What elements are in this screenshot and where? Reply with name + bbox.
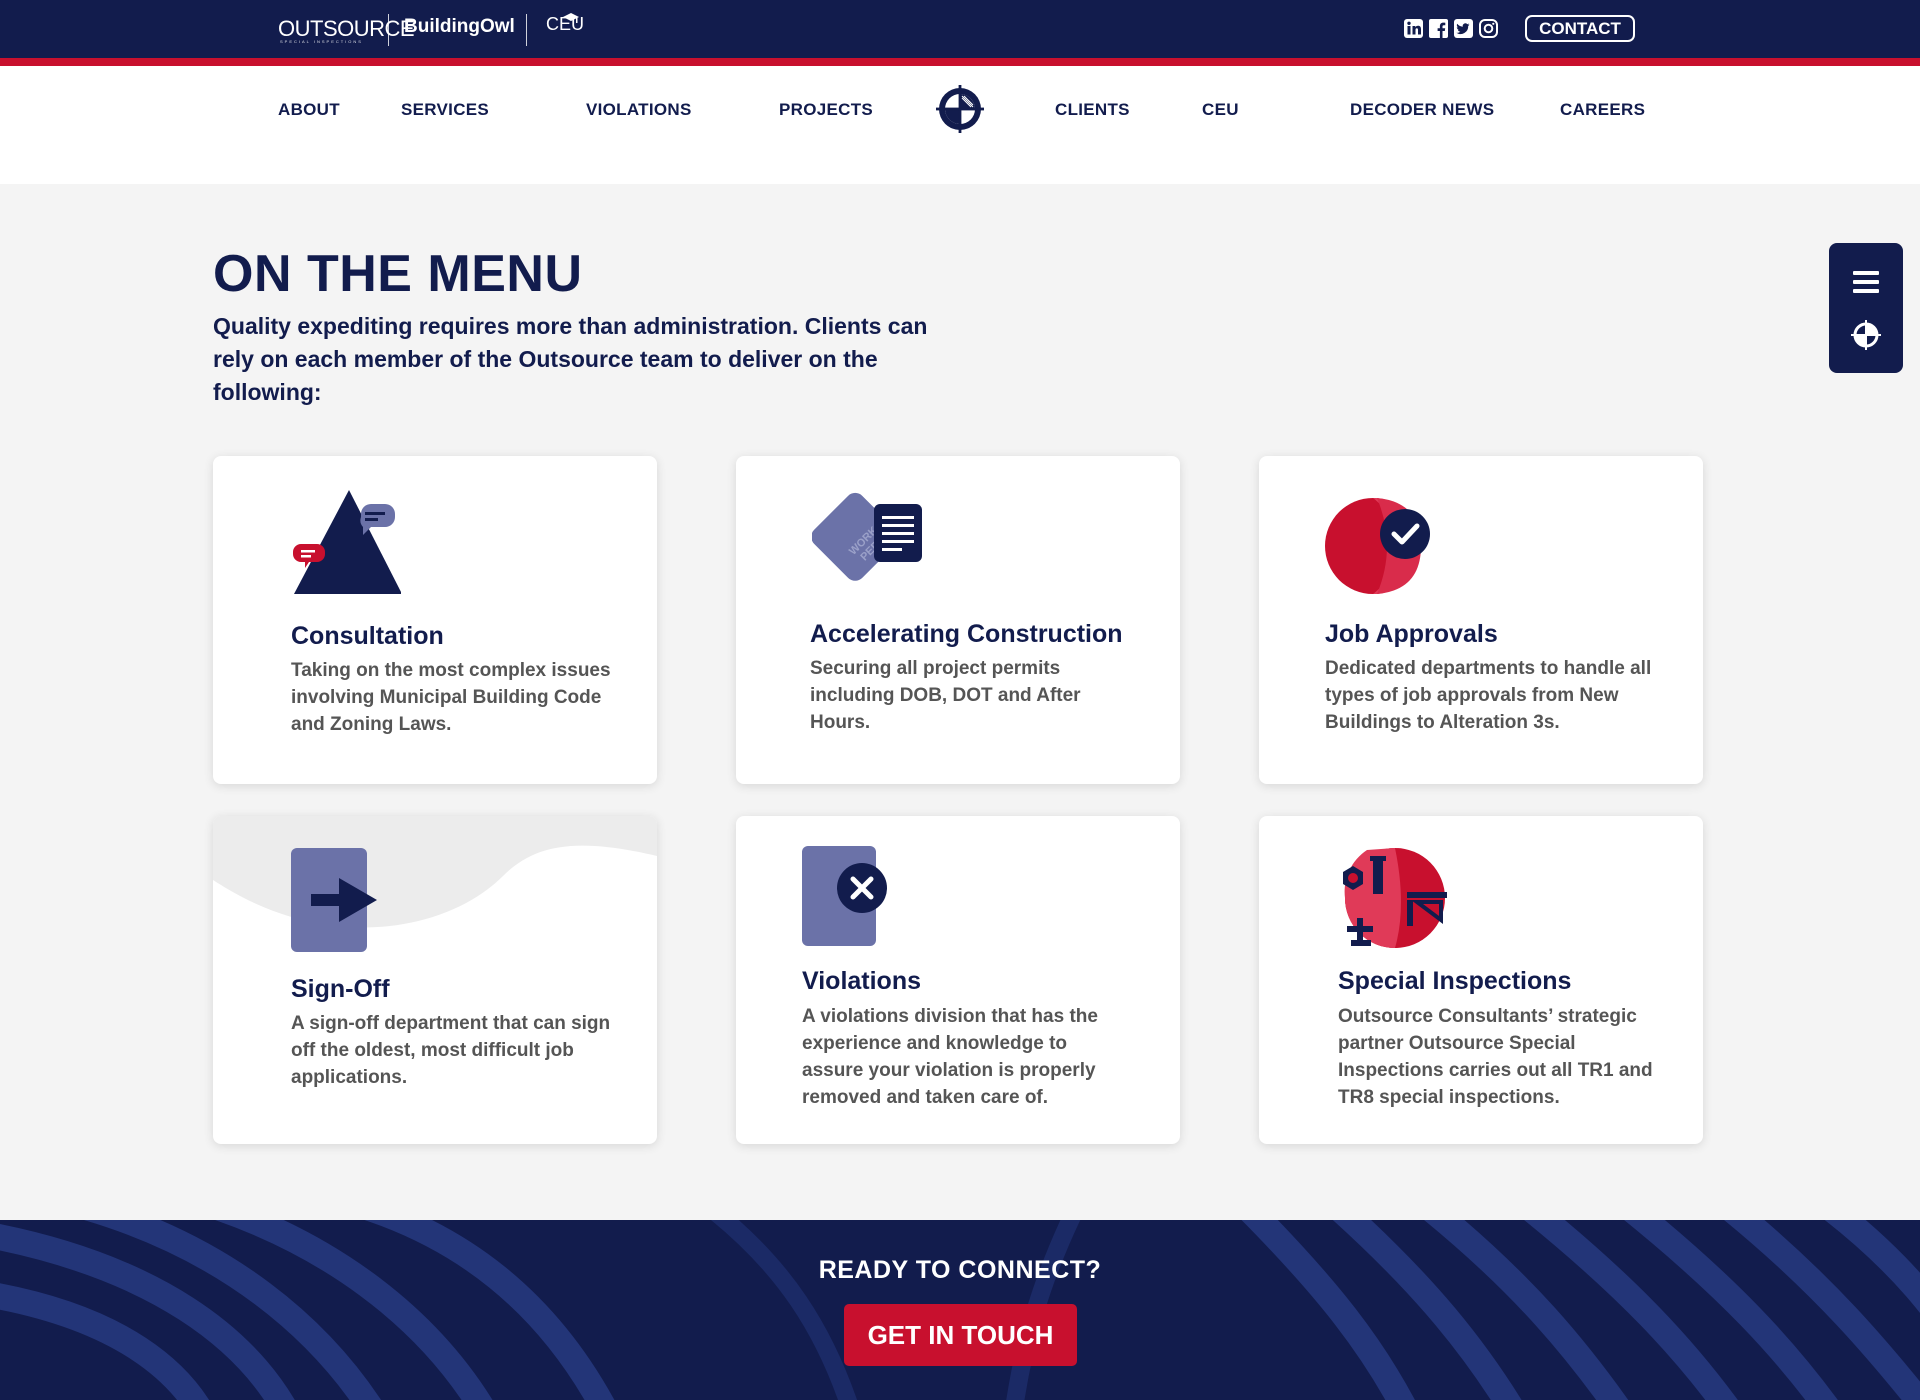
nav-careers[interactable]: CAREERS [1560,100,1645,120]
nav-clients[interactable]: CLIENTS [1055,100,1130,120]
service-card-sign-off[interactable]: Sign-Off A sign-off department that can … [213,816,657,1144]
facebook-icon[interactable] [1428,18,1449,39]
card-title: Sign-Off [291,975,390,1003]
service-card-special-inspections[interactable]: Special Inspections Outsource Consultant… [1259,816,1703,1144]
service-card-accelerating-construction[interactable]: WORK PERMIT Accelerating Construction Se… [736,456,1180,784]
violations-icon [802,846,887,946]
card-title: Special Inspections [1338,967,1572,995]
intro-text: Quality expediting requires more than ad… [213,313,928,405]
service-card-consultation[interactable]: Consultation Taking on the most complex … [213,456,657,784]
nav-projects[interactable]: PROJECTS [779,100,873,120]
twitter-icon[interactable] [1453,18,1474,39]
special-inspections-icon [1343,848,1447,948]
job-approval-icon [1325,498,1430,594]
cta-section: READY TO CONNECT? GET IN TOUCH [0,1220,1920,1400]
card-title: Consultation [291,622,444,650]
card-description: Securing all project permits including D… [810,658,1081,733]
crosshair-icon[interactable] [1850,319,1882,351]
nav-violations[interactable]: VIOLATIONS [586,100,692,120]
service-card-job-approvals[interactable]: Job Approvals Dedicated departments to h… [1259,456,1703,784]
work-permit-icon: WORK PERMIT [812,492,922,581]
consultation-icon [293,490,401,594]
nav-ceu[interactable]: CEU [1202,100,1239,120]
outsource-crosshair-logo[interactable] [934,83,986,135]
ceu-logo[interactable]: CEU [546,13,584,35]
brand-divider [388,14,389,46]
card-description: A violations division that has the exper… [802,1006,1098,1108]
instagram-icon[interactable] [1478,18,1499,39]
nav-about[interactable]: ABOUT [278,100,340,120]
outsource-logo-text: OUTSOURCE [278,16,415,41]
buildingowl-logo[interactable]: BuildingOwl [404,16,515,38]
get-in-touch-button[interactable]: GET IN TOUCH [844,1304,1077,1366]
top-bar: OUTSOURCE SPECIAL INSPECTIONS BuildingOw… [0,0,1920,66]
card-title: Accelerating Construction [810,620,1123,648]
menu-icon[interactable] [1851,269,1881,295]
outsource-logo[interactable]: OUTSOURCE SPECIAL INSPECTIONS [278,16,415,44]
social-links [1403,18,1499,39]
card-description: Outsource Consultants’ strategic partner… [1338,1006,1653,1108]
page-title: ON THE MENU [213,245,583,303]
linkedin-icon[interactable] [1403,18,1424,39]
contact-button[interactable]: CONTACT [1525,15,1635,42]
main-nav: ABOUT SERVICES VIOLATIONS PROJECTS CLIEN… [0,66,1920,184]
card-description: Dedicated departments to handle all type… [1325,658,1652,733]
brand-divider [526,14,527,46]
nav-services[interactable]: SERVICES [401,100,489,120]
service-card-violations[interactable]: Violations A violations division that ha… [736,816,1180,1144]
card-description: Taking on the most complex issues involv… [291,660,611,735]
graduation-cap-icon [563,13,579,23]
card-title: Job Approvals [1325,620,1498,648]
card-description: A sign-off department that can sign off … [291,1013,611,1088]
cta-heading: READY TO CONNECT? [818,1256,1102,1284]
card-title: Violations [802,967,922,995]
sign-off-icon [291,848,377,952]
nav-decoder-news[interactable]: DECODER NEWS [1350,100,1494,120]
outsource-logo-subtext: SPECIAL INSPECTIONS [280,39,363,44]
card-decorative-wave [213,816,657,928]
side-widget [1829,243,1903,373]
